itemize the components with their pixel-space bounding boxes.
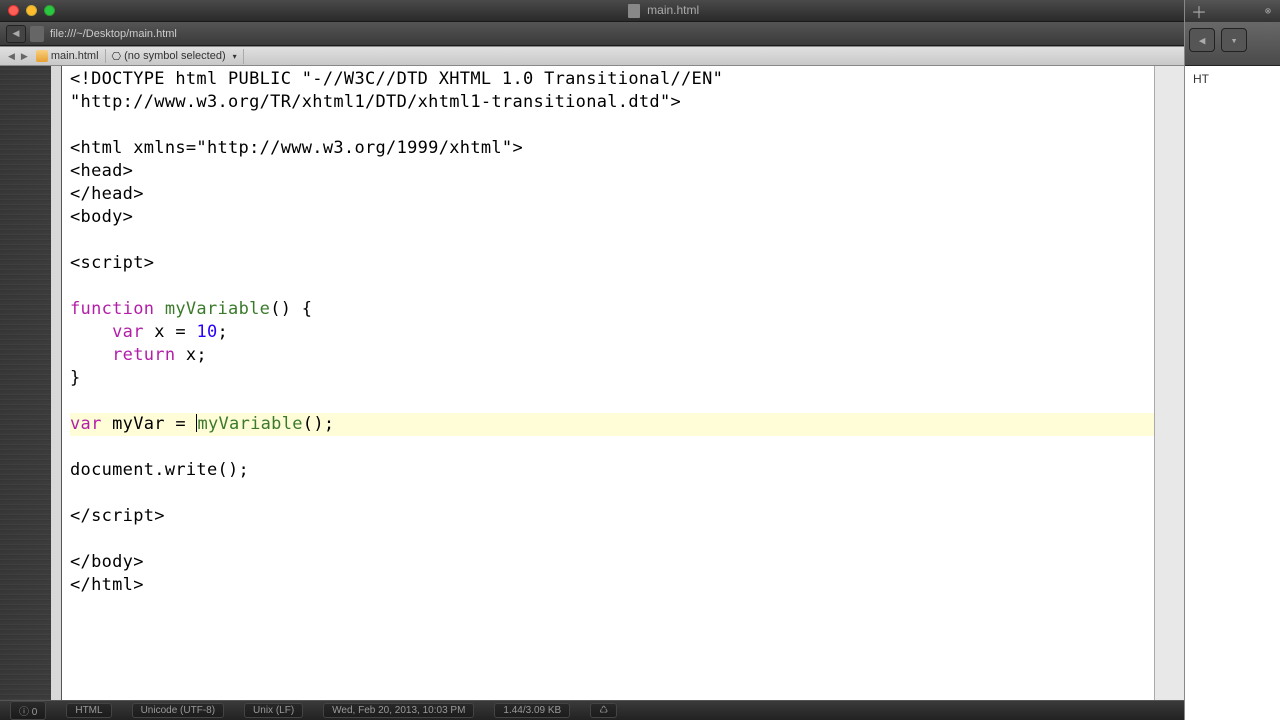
breadcrumb-bar: ◀ ▶ main.html ⎔ (no symbol selected) ▾ ✎…	[0, 46, 1280, 66]
back-button-secondary[interactable]: ◀	[1189, 28, 1215, 52]
code-line[interactable]	[70, 114, 1146, 137]
code-content[interactable]: <!DOCTYPE html PUBLIC "-//W3C//DTD XHTML…	[62, 66, 1154, 599]
window-title: main.html	[55, 3, 1272, 18]
code-line[interactable]: </html>	[70, 574, 1146, 597]
back-button[interactable]: ◀	[6, 25, 26, 43]
status-encoding[interactable]: Unicode (UTF-8)	[132, 703, 224, 718]
new-tab-button[interactable]: ＋	[1191, 0, 1207, 23]
code-line[interactable]: "http://www.w3.org/TR/xhtml1/DTD/xhtml1-…	[70, 91, 1146, 114]
path-toolbar: ◀ file:///~/Desktop/main.html	[0, 22, 1280, 46]
code-line[interactable]: <body>	[70, 206, 1146, 229]
code-line[interactable]: </body>	[70, 551, 1146, 574]
status-modified: Wed, Feb 20, 2013, 10:03 PM	[323, 703, 474, 718]
code-line[interactable]	[70, 390, 1146, 413]
status-issues[interactable]: ⓘ 0	[10, 701, 46, 720]
code-line[interactable]: <script>	[70, 252, 1146, 275]
status-line-endings[interactable]: Unix (LF)	[244, 703, 303, 718]
text-cursor	[196, 414, 197, 432]
code-line[interactable]	[70, 275, 1146, 298]
status-size: 1.44/3.09 KB	[494, 703, 570, 718]
code-editor[interactable]: <!DOCTYPE html PUBLIC "-//W3C//DTD XHTML…	[62, 66, 1154, 700]
zoom-window-button[interactable]	[44, 5, 55, 16]
code-line[interactable]: var myVar = myVariable();	[70, 413, 1154, 436]
next-file-button[interactable]: ▶	[19, 51, 30, 62]
code-line[interactable]: }	[70, 367, 1146, 390]
status-recycle[interactable]: ♺	[590, 703, 617, 718]
prev-file-button[interactable]: ◀	[6, 51, 17, 62]
code-line[interactable]: document.write();	[70, 459, 1146, 482]
options-button-secondary[interactable]: ▾	[1221, 28, 1247, 52]
breadcrumb-symbol-label: (no symbol selected)	[124, 50, 226, 62]
breadcrumb-file-label: main.html	[51, 50, 99, 62]
code-line[interactable]: function myVariable() {	[70, 298, 1146, 321]
breadcrumb-file[interactable]: main.html	[30, 49, 106, 63]
status-bar: ⓘ 0 HTML Unicode (UTF-8) Unix (LF) Wed, …	[0, 700, 1280, 720]
code-line[interactable]: <head>	[70, 160, 1146, 183]
symbol-icon: ⎔	[112, 50, 122, 63]
code-line[interactable]: <html xmlns="http://www.w3.org/1999/xhtm…	[70, 137, 1146, 160]
nav-arrows: ◀ ▶	[6, 51, 30, 62]
code-line[interactable]	[70, 482, 1146, 505]
document-type-icon	[30, 26, 44, 42]
line-gutter[interactable]	[0, 66, 62, 700]
secondary-window: ＋ ⊗ ◀ ▾ HT	[1184, 0, 1280, 720]
file-path: file:///~/Desktop/main.html	[50, 28, 177, 40]
window-controls	[8, 5, 55, 16]
window-title-text: main.html	[647, 3, 699, 17]
secondary-tab-bar: ＋ ⊗	[1185, 0, 1280, 22]
fold-column[interactable]	[51, 66, 61, 700]
code-line[interactable]: </head>	[70, 183, 1146, 206]
document-icon	[628, 4, 640, 18]
secondary-toolbar: ◀ ▾	[1185, 22, 1280, 66]
code-line[interactable]: return x;	[70, 344, 1146, 367]
code-line[interactable]: var x = 10;	[70, 321, 1146, 344]
editor-container: <!DOCTYPE html PUBLIC "-//W3C//DTD XHTML…	[0, 66, 1280, 700]
breadcrumb-symbol[interactable]: ⎔ (no symbol selected) ▾	[106, 49, 244, 64]
minimize-window-button[interactable]	[26, 5, 37, 16]
code-line[interactable]: </script>	[70, 505, 1146, 528]
code-line[interactable]: <!DOCTYPE html PUBLIC "-//W3C//DTD XHTML…	[70, 68, 1146, 91]
close-window-button[interactable]	[8, 5, 19, 16]
code-line[interactable]	[70, 528, 1146, 551]
window-title-bar: main.html	[0, 0, 1280, 22]
secondary-label: HT	[1193, 72, 1209, 86]
status-language[interactable]: HTML	[66, 703, 111, 718]
dropdown-icon: ▾	[233, 52, 237, 61]
code-line[interactable]	[70, 229, 1146, 252]
html-file-icon	[36, 50, 48, 62]
close-tab-button[interactable]: ⊗	[1262, 5, 1274, 17]
code-line[interactable]	[70, 436, 1146, 459]
